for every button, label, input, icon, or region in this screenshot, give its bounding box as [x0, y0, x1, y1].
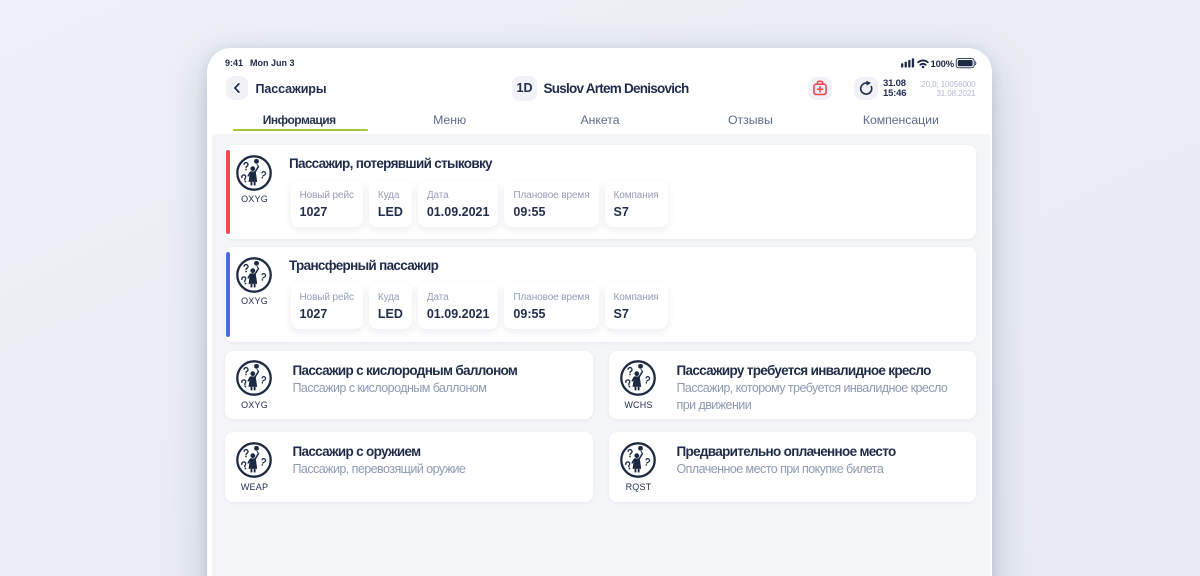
svg-text:100%: 100% — [931, 59, 955, 70]
